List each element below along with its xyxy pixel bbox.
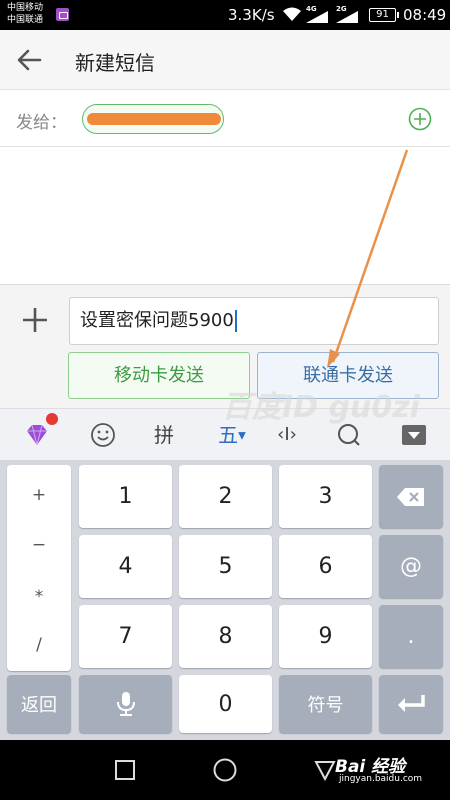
symbol-plus-key[interactable]: + xyxy=(7,485,71,505)
network-speed: 3.3K/s xyxy=(228,6,275,24)
message-input[interactable]: 设置密保问题5900 xyxy=(69,297,439,345)
wubi-label: 五 xyxy=(218,423,239,447)
dropdown-triangle-icon: ▼ xyxy=(238,430,246,442)
gem-icon[interactable] xyxy=(24,421,50,449)
symbol-minus-key[interactable]: − xyxy=(7,535,71,555)
numeric-keyboard: + − * / 1 2 3 4 5 6 @ 7 8 9 . 返回 0 符号 xyxy=(0,460,450,740)
notification-app-icon xyxy=(56,8,69,21)
backspace-icon xyxy=(397,487,424,506)
triangle-back-icon[interactable] xyxy=(314,759,336,781)
keyboard-hide-icon[interactable] xyxy=(401,421,427,449)
attach-plus-icon[interactable] xyxy=(22,307,48,333)
dot-key[interactable]: . xyxy=(379,605,443,668)
key-3[interactable]: 3 xyxy=(279,465,372,528)
symbol-slash-key[interactable]: / xyxy=(7,635,71,655)
pinyin-mode[interactable]: 拼 xyxy=(150,421,178,449)
back-arrow-icon[interactable] xyxy=(16,48,42,72)
wubi-mode[interactable]: 五▼ xyxy=(212,421,252,449)
send-unicom-card-button[interactable]: 联通卡发送 xyxy=(257,352,439,399)
key-1[interactable]: 1 xyxy=(79,465,172,528)
recipient-chip[interactable] xyxy=(82,104,224,134)
key-2[interactable]: 2 xyxy=(179,465,272,528)
symbol-asterisk-key[interactable]: * xyxy=(7,587,71,607)
symbol-column: + − * / xyxy=(7,465,71,671)
key-5[interactable]: 5 xyxy=(179,535,272,598)
at-key[interactable]: @ xyxy=(379,535,443,598)
page-title: 新建短信 xyxy=(75,51,155,75)
square-icon[interactable] xyxy=(115,760,135,780)
compose-bar: 设置密保问题5900 移动卡发送 联通卡发送 xyxy=(0,284,450,408)
key-6[interactable]: 6 xyxy=(279,535,372,598)
send-mobile-card-button[interactable]: 移动卡发送 xyxy=(68,352,250,399)
enter-key[interactable] xyxy=(379,675,443,733)
signal-icon-1: 4G xyxy=(306,5,330,23)
key-7[interactable]: 7 xyxy=(79,605,172,668)
key-8[interactable]: 8 xyxy=(179,605,272,668)
key-4[interactable]: 4 xyxy=(79,535,172,598)
baidu-jingyan-logo: Bai 经验 jingyan.baidu.com xyxy=(335,752,422,784)
status-bar: 中国移动 中国联通 3.3K/s 4G 2G 91 08:49 xyxy=(0,0,450,30)
recipient-label: 发给： xyxy=(16,113,67,133)
voice-key[interactable] xyxy=(79,675,172,733)
cursor-move-button[interactable]: ‹I› xyxy=(270,421,304,449)
search-icon[interactable] xyxy=(336,421,362,449)
symbols-key[interactable]: 符号 xyxy=(279,675,372,733)
recipient-row: 发给： xyxy=(0,91,450,147)
smiley-icon[interactable] xyxy=(90,421,116,449)
key-0[interactable]: 0 xyxy=(179,675,272,733)
carrier-2: 中国联通 xyxy=(7,15,44,25)
delete-key[interactable] xyxy=(379,465,443,528)
message-text: 设置密保问题5900 xyxy=(80,310,234,331)
battery-icon: 91 xyxy=(369,8,399,22)
signal-icon-2: 2G xyxy=(336,5,360,23)
key-9[interactable]: 9 xyxy=(279,605,372,668)
carrier-1: 中国移动 xyxy=(7,3,44,13)
redaction-mark xyxy=(87,113,221,125)
microphone-icon xyxy=(116,692,135,716)
wifi-icon xyxy=(283,7,301,21)
text-cursor xyxy=(234,310,237,332)
enter-icon xyxy=(398,695,425,712)
app-header: 新建短信 xyxy=(0,30,450,90)
baidu-url: jingyan.baidu.com xyxy=(339,774,423,784)
clock: 08:49 xyxy=(403,6,447,24)
add-contact-icon[interactable] xyxy=(408,107,432,131)
gem-badge xyxy=(46,413,58,425)
keyboard-toolbar: 拼 五▼ ‹I› xyxy=(0,408,450,460)
carrier-names: 中国移动 中国联通 xyxy=(7,2,43,26)
circle-icon[interactable] xyxy=(213,758,237,782)
return-key[interactable]: 返回 xyxy=(7,675,71,733)
message-area xyxy=(0,148,450,284)
